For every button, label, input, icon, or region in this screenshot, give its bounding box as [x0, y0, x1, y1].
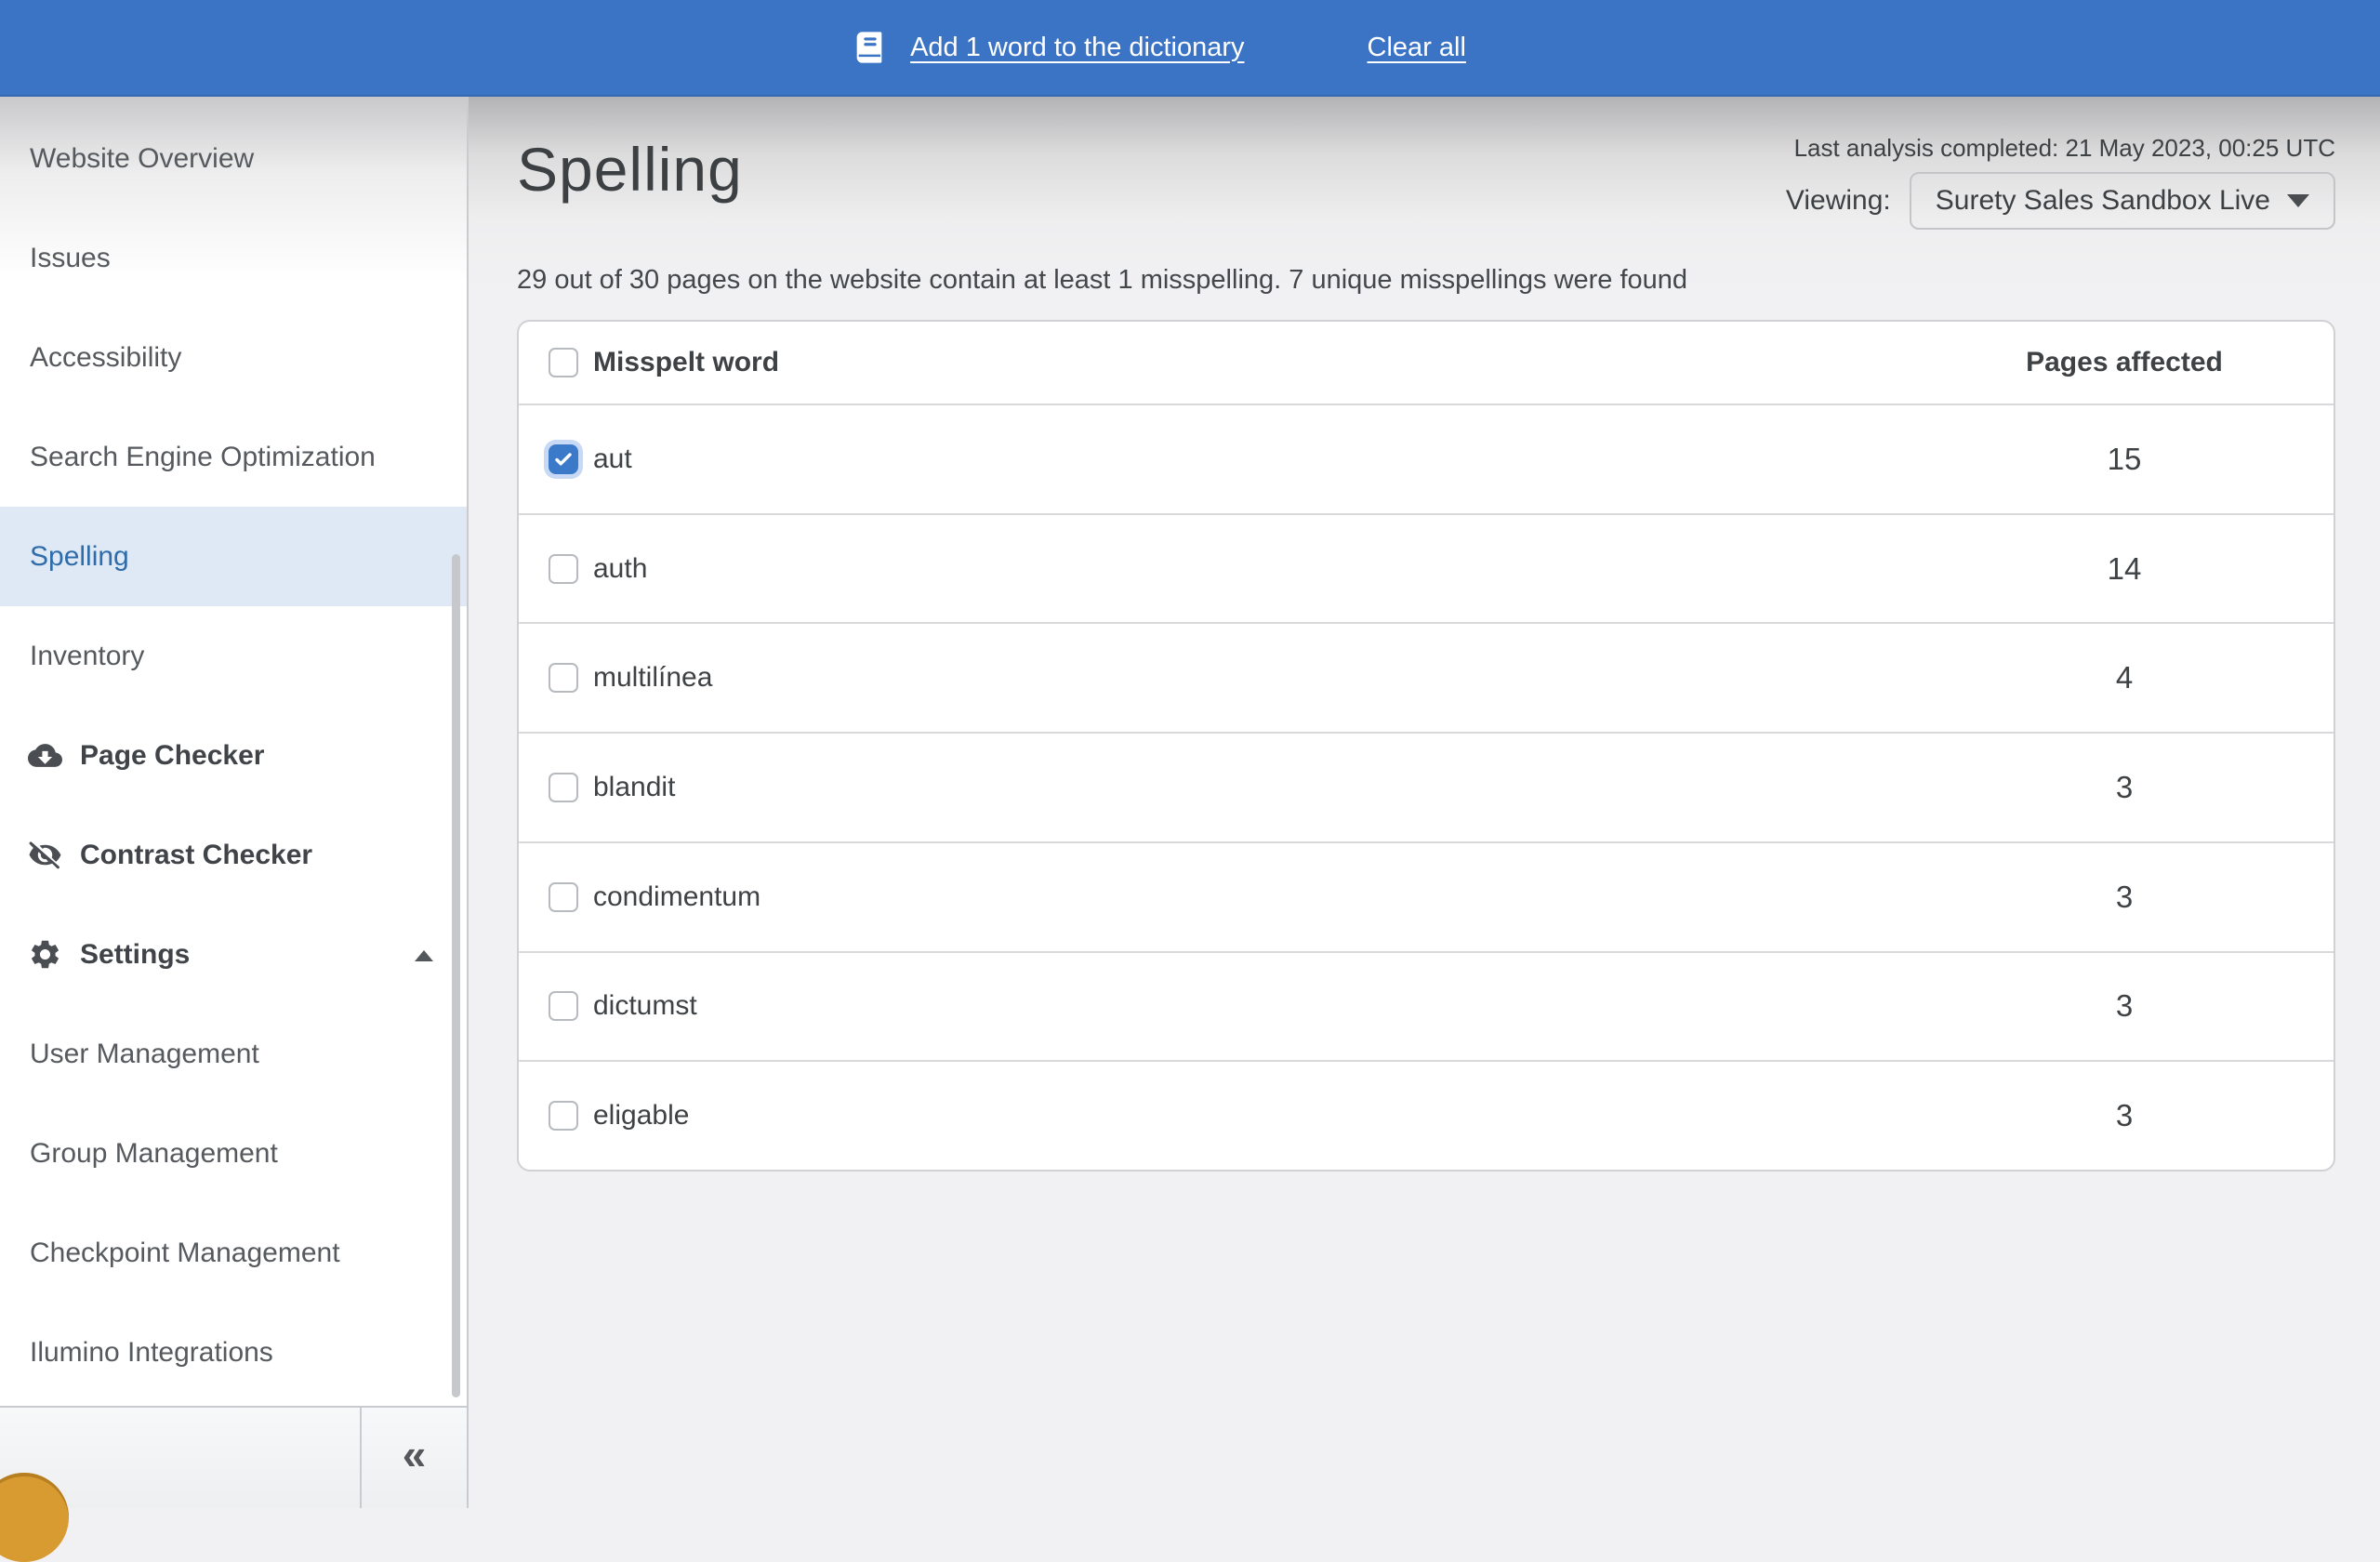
row-checkbox[interactable]: [549, 1101, 578, 1131]
add-word-to-dictionary-link[interactable]: Add 1 word to the dictionary: [910, 33, 1244, 63]
nav-label: Accessibility: [30, 342, 181, 374]
table-row: condimentum 3: [519, 841, 2334, 951]
collapse-chevrons-icon: «: [403, 1429, 427, 1479]
sidebar-item-issues[interactable]: Issues: [0, 208, 467, 308]
sidebar: Website Overview Issues Accessibility Se…: [0, 97, 469, 1508]
sidebar-item-accessibility[interactable]: Accessibility: [0, 308, 467, 407]
gear-icon: [28, 937, 62, 972]
sidebar-item-ilumino-integrations[interactable]: Ilumino Integrations: [0, 1303, 467, 1402]
sidebar-footer: «: [0, 1406, 467, 1508]
misspelt-word: eligable: [593, 1100, 689, 1132]
misspelt-word-column-header: Misspelt word: [593, 347, 779, 378]
last-analysis-timestamp: Last analysis completed: 21 May 2023, 00…: [1794, 134, 2335, 163]
sidebar-item-inventory[interactable]: Inventory: [0, 606, 467, 706]
dictionary-book-icon: [851, 29, 888, 66]
nav-label: Settings: [80, 939, 190, 971]
row-checkbox[interactable]: [549, 663, 578, 693]
pages-affected-column-header: Pages affected: [1915, 347, 2334, 378]
viewing-label: Viewing:: [1786, 185, 1891, 217]
row-checkbox[interactable]: [549, 882, 578, 912]
sidebar-item-settings[interactable]: Settings: [0, 905, 467, 1004]
sidebar-nav-list: Website Overview Issues Accessibility Se…: [0, 97, 467, 1402]
viewing-row: Viewing: Surety Sales Sandbox Live: [1786, 172, 2335, 230]
notification-bar-actions: Add 1 word to the dictionary Clear all: [851, 29, 1466, 66]
word-cell: dictumst: [549, 990, 1915, 1022]
main-content: Last analysis completed: 21 May 2023, 00…: [469, 97, 2380, 1508]
table-row: aut 15: [519, 404, 2334, 513]
misspelt-word: condimentum: [593, 881, 760, 913]
nav-label: Search Engine Optimization: [30, 442, 376, 473]
table-row: dictumst 3: [519, 951, 2334, 1061]
nav-label: Website Overview: [30, 143, 254, 175]
nav-label: Ilumino Integrations: [30, 1337, 273, 1369]
word-cell: multilínea: [549, 662, 1915, 694]
row-checkbox[interactable]: [549, 444, 578, 474]
sidebar-scrollbar-thumb[interactable]: [452, 554, 460, 1397]
row-checkbox[interactable]: [549, 773, 578, 802]
site-selector-value: Surety Sales Sandbox Live: [1936, 185, 2270, 217]
sidebar-item-spelling[interactable]: Spelling: [0, 507, 467, 606]
nav-label: Page Checker: [80, 740, 264, 772]
logo-fragment: [0, 1473, 69, 1562]
sidebar-item-search-engine-optimization[interactable]: Search Engine Optimization: [0, 407, 467, 507]
sidebar-item-checkpoint-management[interactable]: Checkpoint Management: [0, 1203, 467, 1303]
misspellings-table: Misspelt word Pages affected aut 15 auth…: [517, 320, 2335, 1172]
sidebar-item-website-overview[interactable]: Website Overview: [0, 109, 467, 208]
page-title: Spelling: [517, 134, 743, 205]
spelling-summary: 29 out of 30 pages on the website contai…: [517, 265, 1687, 296]
word-header-cell: Misspelt word: [549, 347, 1915, 378]
pages-affected-value: 3: [1915, 1098, 2334, 1133]
misspelt-word: aut: [593, 443, 632, 475]
clear-all-link[interactable]: Clear all: [1368, 33, 1466, 63]
sidebar-item-page-checker[interactable]: Page Checker: [0, 706, 467, 805]
cloud-download-icon: [28, 738, 62, 773]
pages-affected-value: 4: [1915, 660, 2334, 695]
table-row: multilínea 4: [519, 622, 2334, 732]
pages-affected-value: 3: [1915, 988, 2334, 1024]
site-selector-dropdown[interactable]: Surety Sales Sandbox Live: [1910, 172, 2335, 230]
eye-off-icon: [28, 838, 62, 872]
word-cell: auth: [549, 553, 1915, 585]
word-cell: blandit: [549, 772, 1915, 803]
sidebar-item-contrast-checker[interactable]: Contrast Checker: [0, 805, 467, 905]
nav-label: Spelling: [30, 541, 129, 573]
nav-label: Issues: [30, 243, 111, 274]
row-checkbox[interactable]: [549, 554, 578, 584]
misspelt-word: auth: [593, 553, 647, 585]
section-collapse-arrow-icon[interactable]: [415, 950, 433, 961]
pages-affected-value: 15: [1915, 442, 2334, 477]
nav-label: Group Management: [30, 1138, 278, 1170]
table-row: eligable 3: [519, 1060, 2334, 1170]
nav-label: User Management: [30, 1039, 259, 1070]
nav-label: Checkpoint Management: [30, 1238, 340, 1269]
word-cell: condimentum: [549, 881, 1915, 913]
table-row: blandit 3: [519, 732, 2334, 841]
sidebar-collapse-button[interactable]: «: [360, 1408, 467, 1508]
table-row: auth 14: [519, 513, 2334, 623]
pages-affected-value: 3: [1915, 880, 2334, 915]
row-checkbox[interactable]: [549, 991, 578, 1021]
nav-label: Inventory: [30, 641, 144, 672]
table-body: aut 15 auth 14 multilínea 4 blandit 3 co…: [519, 404, 2334, 1170]
sidebar-item-user-management[interactable]: User Management: [0, 1004, 467, 1104]
select-all-checkbox[interactable]: [549, 348, 578, 377]
pages-affected-value: 14: [1915, 551, 2334, 587]
misspelt-word: dictumst: [593, 990, 697, 1022]
misspelt-word: blandit: [593, 772, 675, 803]
word-cell: aut: [549, 443, 1915, 475]
word-cell: eligable: [549, 1100, 1915, 1132]
pages-affected-value: 3: [1915, 770, 2334, 805]
notification-bar: Add 1 word to the dictionary Clear all: [0, 0, 2380, 97]
chevron-down-icon: [2287, 194, 2309, 207]
sidebar-item-group-management[interactable]: Group Management: [0, 1104, 467, 1203]
nav-label: Contrast Checker: [80, 840, 312, 871]
misspelt-word: multilínea: [593, 662, 712, 694]
table-header-row: Misspelt word Pages affected: [519, 322, 2334, 404]
